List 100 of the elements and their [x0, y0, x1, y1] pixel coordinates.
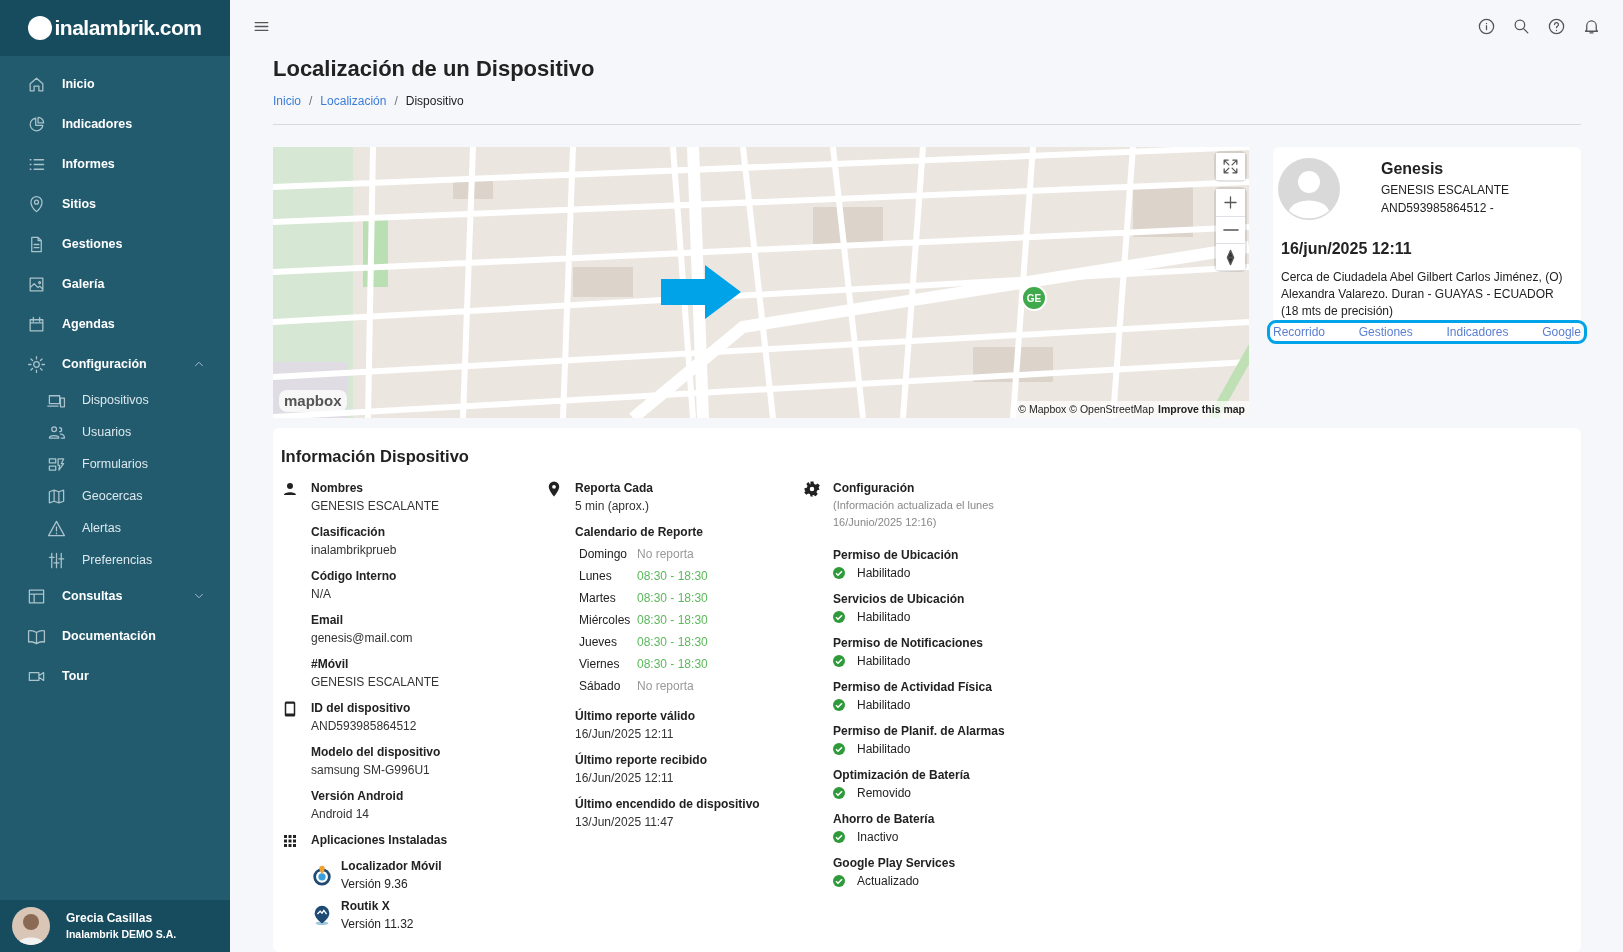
sidebar-subitem[interactable]: Preferencias [0, 544, 230, 576]
check-icon [833, 875, 845, 888]
check-icon [833, 787, 845, 800]
update-note: (Información actualizada el lunes 16/Junio/2025 12:16) [833, 498, 995, 530]
sidebar-item[interactable]: Inicio [0, 64, 230, 104]
compass-button[interactable] [1216, 243, 1245, 271]
field-value: GENESIS ESCALANTE [311, 674, 440, 692]
app-version: Versión 9.36 [341, 876, 409, 894]
calendar-icon [27, 314, 46, 334]
sidebar-subitem[interactable]: Formularios [0, 448, 230, 480]
field-value: 5 min (aprox.) [575, 498, 651, 516]
field-label: Email [311, 612, 344, 630]
day-name: Viernes [579, 656, 621, 674]
field-label: Clasificación [311, 524, 387, 542]
address-text: Cerca de Ciudadela Abel Gilbert Carlos Jiménez, (O) Alexandra Valarezo. Duran - GUAYAS - ECUADOR (18 mts de precisión) [1280, 269, 1564, 320]
improve-map-link[interactable]: Improve this map [1158, 401, 1245, 418]
sidebar-subitem[interactable]: Geocercas [0, 480, 230, 512]
page-title: Localización de un Dispositivo [273, 56, 596, 83]
card-link[interactable]: Google [1542, 322, 1581, 341]
sidebar-item[interactable]: Sitios [0, 184, 230, 224]
check-icon [833, 831, 845, 844]
section-title: Información Dispositivo [281, 446, 470, 468]
status-text: Habilitado [857, 741, 911, 759]
field-value: samsung SM-G996U1 [311, 762, 431, 780]
field-value: N/A [311, 586, 332, 604]
home-icon [27, 74, 46, 94]
schedule-hours: 08:30 - 18:30 [637, 569, 708, 584]
field-label: Aplicaciones Instaladas [311, 832, 448, 850]
app-name: Routik X [341, 898, 391, 916]
fullscreen-button[interactable] [1216, 153, 1245, 181]
field-label: Google Play Services [833, 855, 957, 873]
breadcrumb-link[interactable]: Localización [320, 92, 387, 111]
sidebar-item[interactable]: Galería [0, 264, 230, 304]
check-icon [833, 743, 845, 756]
schedule-hours: No reporta [637, 679, 694, 694]
schedule-hours: 08:30 - 18:30 [637, 613, 708, 628]
status-text: Habilitado [857, 653, 911, 671]
sidebar-item[interactable]: Configuración [0, 344, 230, 384]
field-value: 16/Jun/2025 12:11 [575, 770, 675, 788]
sidebar-item[interactable]: Documentación [0, 616, 230, 656]
field-label: ID del dispositivo [311, 700, 412, 718]
warning-icon [47, 518, 66, 538]
sidebar-subitem[interactable]: Dispositivos [0, 384, 230, 416]
info-icon[interactable] [1477, 16, 1496, 36]
status-text: Inactivo [857, 829, 899, 847]
sidebar-subitem[interactable]: Usuarios [0, 416, 230, 448]
breadcrumb-separator: / [309, 93, 313, 111]
company-name: Inalambrik DEMO S.A. [66, 927, 177, 943]
field-label: Servicios de Ubicación [833, 591, 966, 609]
status-text: Habilitado [857, 697, 911, 715]
field-value: inalambrikprueb [311, 542, 398, 560]
logo-mark-icon [28, 16, 53, 40]
map-attribution: © Mapbox © OpenStreetMap [1018, 401, 1155, 417]
field-label: #Móvil [311, 656, 350, 674]
field-label: Optimización de Batería [833, 767, 971, 785]
field-label: Código Interno [311, 568, 398, 586]
device-id: AND593985864512 - [1381, 200, 1495, 218]
schedule-hours: No reporta [637, 547, 694, 562]
day-name: Martes [579, 590, 617, 608]
field-label: Último reporte recibido [575, 751, 709, 770]
sidebar-subitem[interactable]: Alertas [0, 512, 230, 544]
field-label: Permiso de Ubicación [833, 547, 960, 565]
field-label: Calendario de Reporte [575, 524, 705, 542]
field-label: Permiso de Actividad Física [833, 679, 993, 697]
field-label: Ahorro de Batería [833, 811, 936, 829]
location-pin-icon [27, 194, 46, 214]
day-name: Miércoles [579, 612, 632, 630]
status-text: Habilitado [857, 609, 911, 627]
breadcrumb-link[interactable]: Inicio [273, 92, 301, 111]
status-text: Habilitado [857, 565, 911, 583]
card-link[interactable]: Gestiones [1358, 322, 1413, 341]
app-version: Versión 11.32 [341, 916, 414, 934]
schedule-hours: 08:30 - 18:30 [637, 591, 708, 606]
help-icon[interactable] [1547, 16, 1566, 36]
day-name: Sábado [579, 678, 622, 696]
minus-icon [1222, 228, 1239, 233]
sidebar-item[interactable]: Agendas [0, 304, 230, 344]
field-label: Permiso de Planif. de Alarmas [833, 723, 1006, 741]
field-label: Último encendido de dispositivo [575, 795, 760, 814]
field-label: Modelo del dispositivo [311, 744, 441, 762]
field-value: GENESIS ESCALANTE [311, 498, 440, 516]
card-link[interactable]: Indicadores [1446, 322, 1509, 341]
sidebar-item[interactable]: Tour [0, 656, 230, 696]
field-value: 16/Jun/2025 12:11 [575, 726, 675, 744]
sidebar-item[interactable]: Consultas [0, 576, 230, 616]
check-icon [833, 699, 845, 712]
check-icon [833, 567, 845, 580]
location-app-icon [311, 864, 333, 887]
day-name: Domingo [579, 546, 629, 564]
sidebar-item[interactable]: Informes [0, 144, 230, 184]
field-label: Configuración [833, 480, 916, 498]
field-label: Reporta Cada [575, 480, 655, 498]
sidebar-item[interactable]: Indicadores [0, 104, 230, 144]
sidebar-item[interactable]: Gestiones [0, 224, 230, 264]
card-link[interactable]: Recorrido [1273, 322, 1326, 341]
sliders-icon [47, 550, 66, 570]
avatar [12, 907, 50, 945]
field-value: genesis@mail.com [311, 630, 414, 648]
field-label: Versión Android [311, 788, 405, 806]
pie-chart-icon [27, 114, 46, 134]
